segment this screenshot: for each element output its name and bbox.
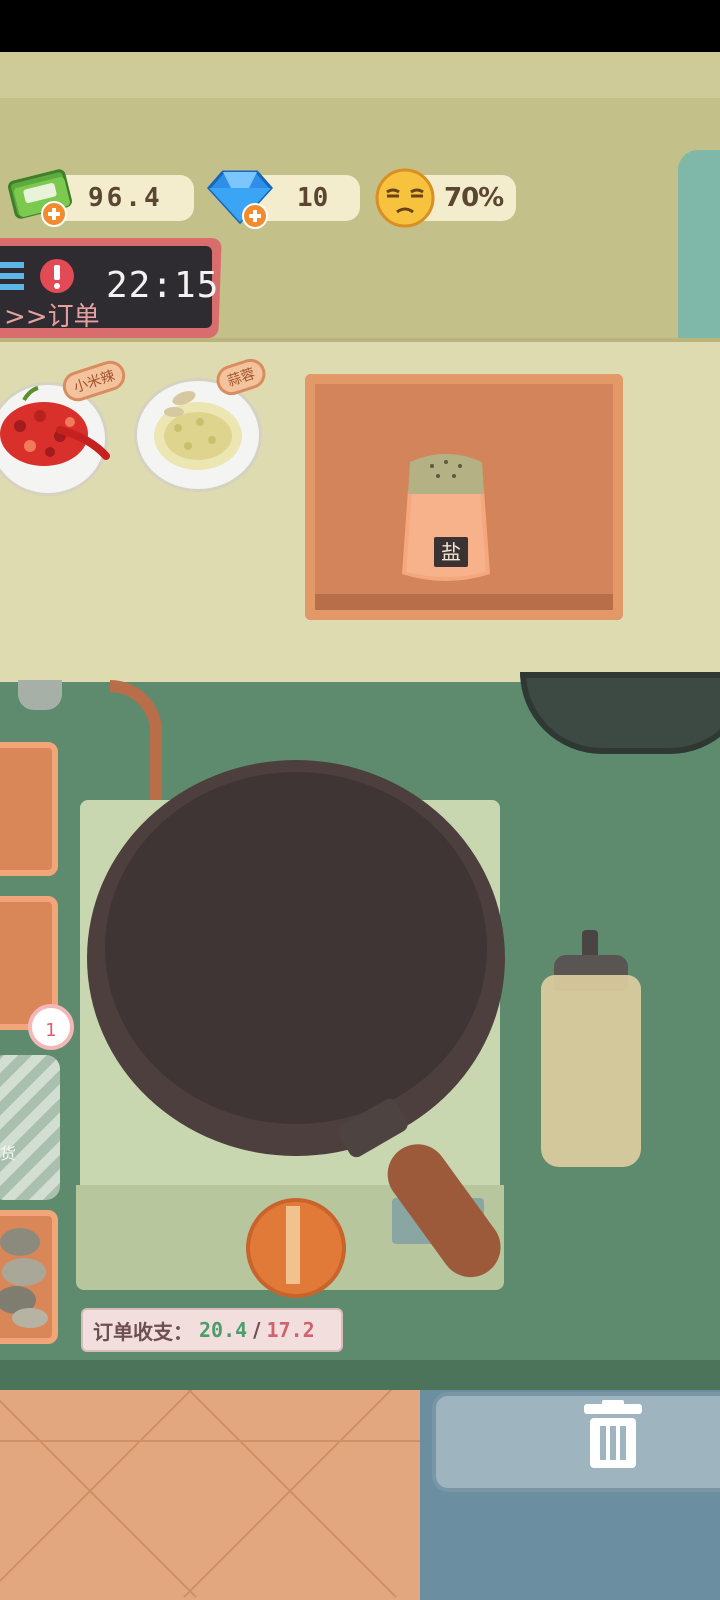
balance-label: 订单收支：	[93, 1319, 193, 1344]
balance-income: 20.4	[199, 1318, 248, 1342]
cash-stack-icon[interactable]	[6, 164, 78, 230]
back-wall-top-band	[0, 52, 720, 98]
restock-button[interactable]	[0, 1055, 60, 1200]
minced-garlic-icon	[154, 391, 242, 470]
oil-bottle[interactable]	[541, 975, 641, 1167]
tiled-floor	[0, 1390, 420, 1600]
window-plant-decor	[678, 150, 720, 340]
clams-icon	[0, 1228, 48, 1328]
order-label: >>订单	[4, 302, 100, 332]
blue-diamond-icon[interactable]	[205, 166, 277, 232]
counter-edge	[0, 1360, 720, 1394]
side-bin-top[interactable]	[0, 742, 58, 876]
money-value: 96.4	[88, 183, 163, 213]
trash-bin[interactable]	[432, 1392, 720, 1492]
wok-interior	[105, 772, 487, 1124]
order-timer: 22:15	[106, 265, 220, 306]
restock-label: 货	[0, 1144, 17, 1163]
chili-pile-icon	[0, 386, 110, 466]
salt-label: 盐	[434, 537, 468, 567]
gem-value: 10	[297, 183, 329, 213]
status-bar	[0, 0, 720, 52]
balance-separator: /	[253, 1318, 261, 1342]
stove-knob-indicator	[286, 1206, 300, 1284]
salt-shaker-icon[interactable]	[398, 452, 494, 592]
trash-can-icon[interactable]	[580, 1400, 646, 1472]
satisfaction-value: 70%	[444, 183, 504, 213]
bin-count-badge: 1	[28, 1004, 74, 1050]
balance-expense: 17.2	[266, 1318, 315, 1342]
faucet-base	[18, 680, 62, 710]
order-balance: 订单收支： 20.4 / 17.2	[81, 1308, 343, 1352]
unamused-face-icon	[375, 168, 435, 228]
menu-lines-icon	[0, 259, 74, 293]
